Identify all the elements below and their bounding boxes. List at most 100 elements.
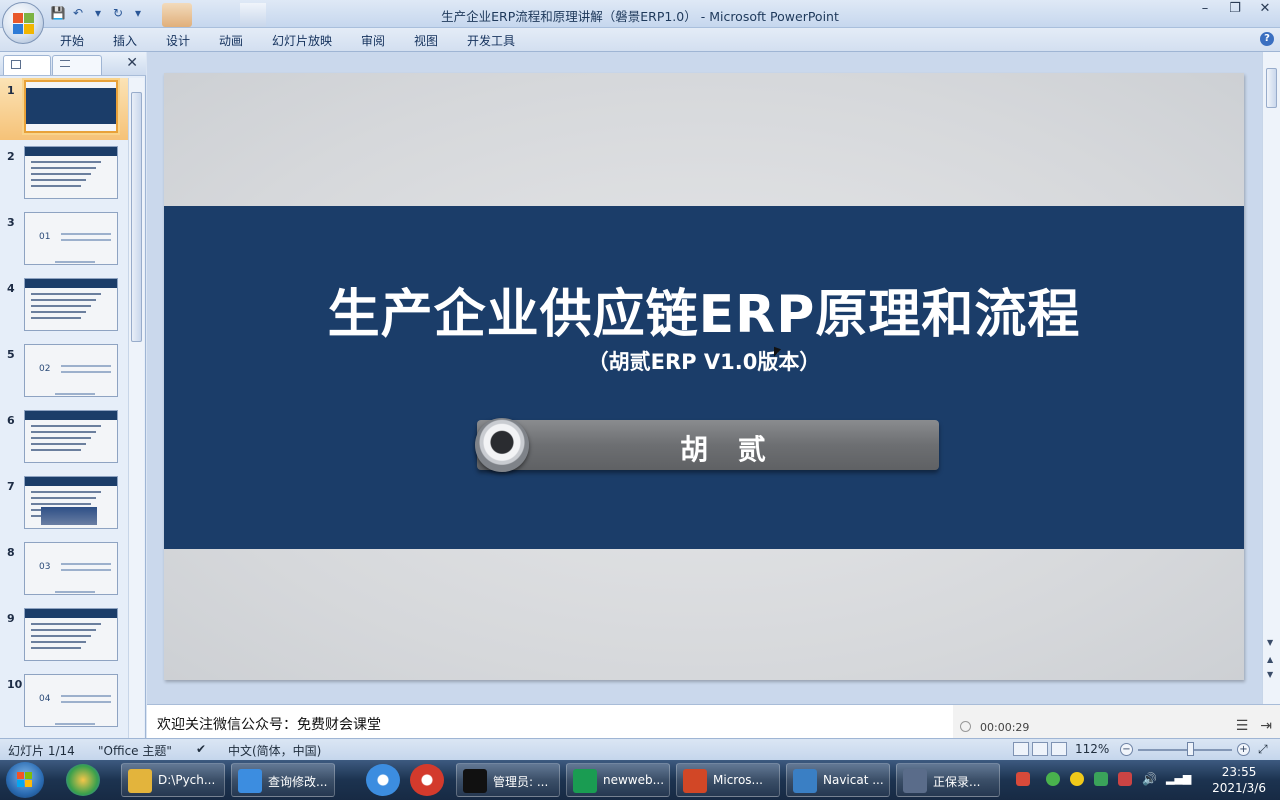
volume-icon[interactable]: 🔊 (1142, 772, 1157, 786)
thumbnails-scrollbar[interactable] (128, 78, 144, 738)
tab-slideshow[interactable]: 幻灯片放映 (272, 32, 332, 49)
zoom-level[interactable]: 112% (1075, 742, 1109, 756)
slide-thumbnail[interactable]: 3 01 (0, 210, 128, 272)
close-button[interactable]: ✕ (1250, 0, 1280, 20)
clock[interactable]: 23:55 2021/3/6 (1212, 764, 1266, 796)
slides-icon (11, 60, 21, 69)
thumb-image (41, 507, 97, 525)
slide-title[interactable]: 生产企业供应链ERP原理和流程 (164, 272, 1244, 347)
scroll-thumb[interactable] (1266, 68, 1277, 108)
zoom-out-icon[interactable]: − (1120, 743, 1133, 756)
slide-thumbnail[interactable]: 5 02 (0, 342, 128, 404)
recorder-bar: 00:00:29 ☰ ⇥ (953, 704, 1280, 738)
tab-review[interactable]: 审阅 (361, 32, 385, 49)
office-button[interactable] (2, 2, 44, 44)
slide-thumbnail[interactable]: 8 03 (0, 540, 128, 602)
taskbar-item[interactable]: newweb... (566, 763, 670, 797)
app-icon (793, 769, 817, 793)
network-icon[interactable]: ▂▄▆ (1166, 772, 1191, 786)
taskbar-item[interactable]: 查询修改... (231, 763, 335, 797)
sorter-view-icon[interactable] (1032, 742, 1048, 756)
slide-thumbnail[interactable]: 7 (0, 474, 128, 536)
tab-insert[interactable]: 插入 (113, 32, 137, 49)
thumb-line (31, 449, 81, 451)
language[interactable]: 中文(简体，中国) (228, 742, 321, 759)
slide-canvas[interactable]: 生产企业供应链ERP原理和流程 （胡贰ERP V1.0版本） 胡 贰 (164, 73, 1244, 680)
notes-text[interactable]: 欢迎关注微信公众号：免费财会课堂 (157, 714, 381, 734)
next-slide-icon[interactable]: ▼ (1267, 670, 1273, 679)
slide-number: 4 (7, 282, 15, 295)
start-button[interactable] (6, 762, 44, 798)
slide-number: 5 (7, 348, 15, 361)
fit-window-icon[interactable]: ⤢ (1258, 742, 1268, 757)
wechat-icon[interactable] (1046, 772, 1060, 786)
knob-decoration-icon (475, 418, 529, 472)
pinned-app-icon[interactable] (410, 764, 444, 796)
input-method-icon[interactable] (1016, 772, 1030, 786)
tray-app-icon[interactable] (1070, 772, 1084, 786)
pinned-app-icon[interactable] (66, 764, 100, 796)
taskbar-item-label: 正保录... (933, 775, 981, 789)
slide-number: 3 (7, 216, 15, 229)
taskbar-item[interactable]: Navicat ... (786, 763, 890, 797)
scroll-thumb[interactable] (131, 92, 142, 342)
tab-outline[interactable] (52, 55, 102, 75)
editor-scrollbar[interactable]: ▼ ▲ ▼ (1262, 52, 1280, 704)
ribbon-tabs: 开始 插入 设计 动画 幻灯片放映 审阅 视图 开发工具 ? (0, 28, 1280, 52)
thumb-line (31, 179, 86, 181)
help-icon[interactable]: ? (1260, 32, 1274, 46)
thumb-line (61, 563, 111, 565)
minimize-button[interactable]: – (1190, 0, 1220, 20)
zoom-track (1138, 749, 1232, 751)
taskbar-item[interactable]: Micros... (676, 763, 780, 797)
taskbar-item[interactable]: D:\Pych... (121, 763, 225, 797)
author-pill[interactable]: 胡 贰 (477, 420, 939, 470)
thumb-line (31, 497, 96, 499)
exit-icon[interactable]: ⇥ (1260, 718, 1272, 734)
tab-view[interactable]: 视图 (414, 32, 438, 49)
tab-animations[interactable]: 动画 (219, 32, 243, 49)
tray-flag-icon[interactable] (1118, 772, 1132, 786)
taskbar-item[interactable]: 管理员: ... (456, 763, 560, 797)
notes-pane[interactable]: 欢迎关注微信公众号：免费财会课堂 (147, 704, 953, 738)
taskbar-item-label: D:\Pych... (158, 773, 216, 787)
slide-thumbnails: 1 2 3 01 4 5 02 6 7 8 03 9 10 04 (0, 78, 128, 738)
system-tray: 🔊 ▂▄▆ 23:55 2021/3/6 (1008, 760, 1280, 800)
thumb-line (31, 161, 101, 163)
list-icon[interactable]: ☰ (1236, 718, 1249, 734)
scroll-down-icon[interactable]: ▼ (1267, 638, 1273, 647)
thumb-line (61, 701, 111, 703)
thumb-header (25, 411, 117, 420)
slideshow-view-icon[interactable] (1051, 742, 1067, 756)
slide-subtitle[interactable]: （胡贰ERP V1.0版本） (164, 346, 1244, 376)
slide-thumbnail[interactable]: 9 (0, 606, 128, 668)
slide-thumbnail[interactable]: 1 (0, 78, 128, 140)
slide-thumbnail[interactable]: 10 04 (0, 672, 128, 734)
spellcheck-icon[interactable]: ✔ (196, 742, 206, 756)
section-number: 03 (39, 562, 51, 572)
tab-developer[interactable]: 开发工具 (467, 32, 515, 49)
thumb-line (31, 173, 91, 175)
tab-home[interactable]: 开始 (60, 32, 84, 49)
prev-slide-icon[interactable]: ▲ (1267, 655, 1273, 664)
taskbar-item[interactable]: 正保录... (896, 763, 1000, 797)
zoom-slider[interactable]: − + (1120, 742, 1250, 757)
normal-view-icon[interactable] (1013, 742, 1029, 756)
thumb-line (31, 425, 101, 427)
zoom-in-icon[interactable]: + (1237, 743, 1250, 756)
tab-design[interactable]: 设计 (166, 32, 190, 49)
windows-logo-icon (17, 772, 33, 788)
taskbar-item-label: 管理员: ... (493, 775, 549, 789)
security-shield-icon[interactable] (1094, 772, 1108, 786)
record-icon[interactable] (960, 721, 971, 732)
mouse-cursor-icon (774, 346, 781, 360)
pinned-app-icon[interactable] (366, 764, 400, 796)
close-pane-icon[interactable]: ✕ (126, 55, 138, 71)
tab-slides[interactable] (3, 55, 51, 75)
slide-thumbnail[interactable]: 2 (0, 144, 128, 206)
view-buttons (1013, 742, 1067, 756)
zoom-knob[interactable] (1186, 742, 1194, 756)
slide-thumbnail[interactable]: 6 (0, 408, 128, 470)
restore-button[interactable]: ❐ (1220, 0, 1250, 20)
slide-thumbnail[interactable]: 4 (0, 276, 128, 338)
